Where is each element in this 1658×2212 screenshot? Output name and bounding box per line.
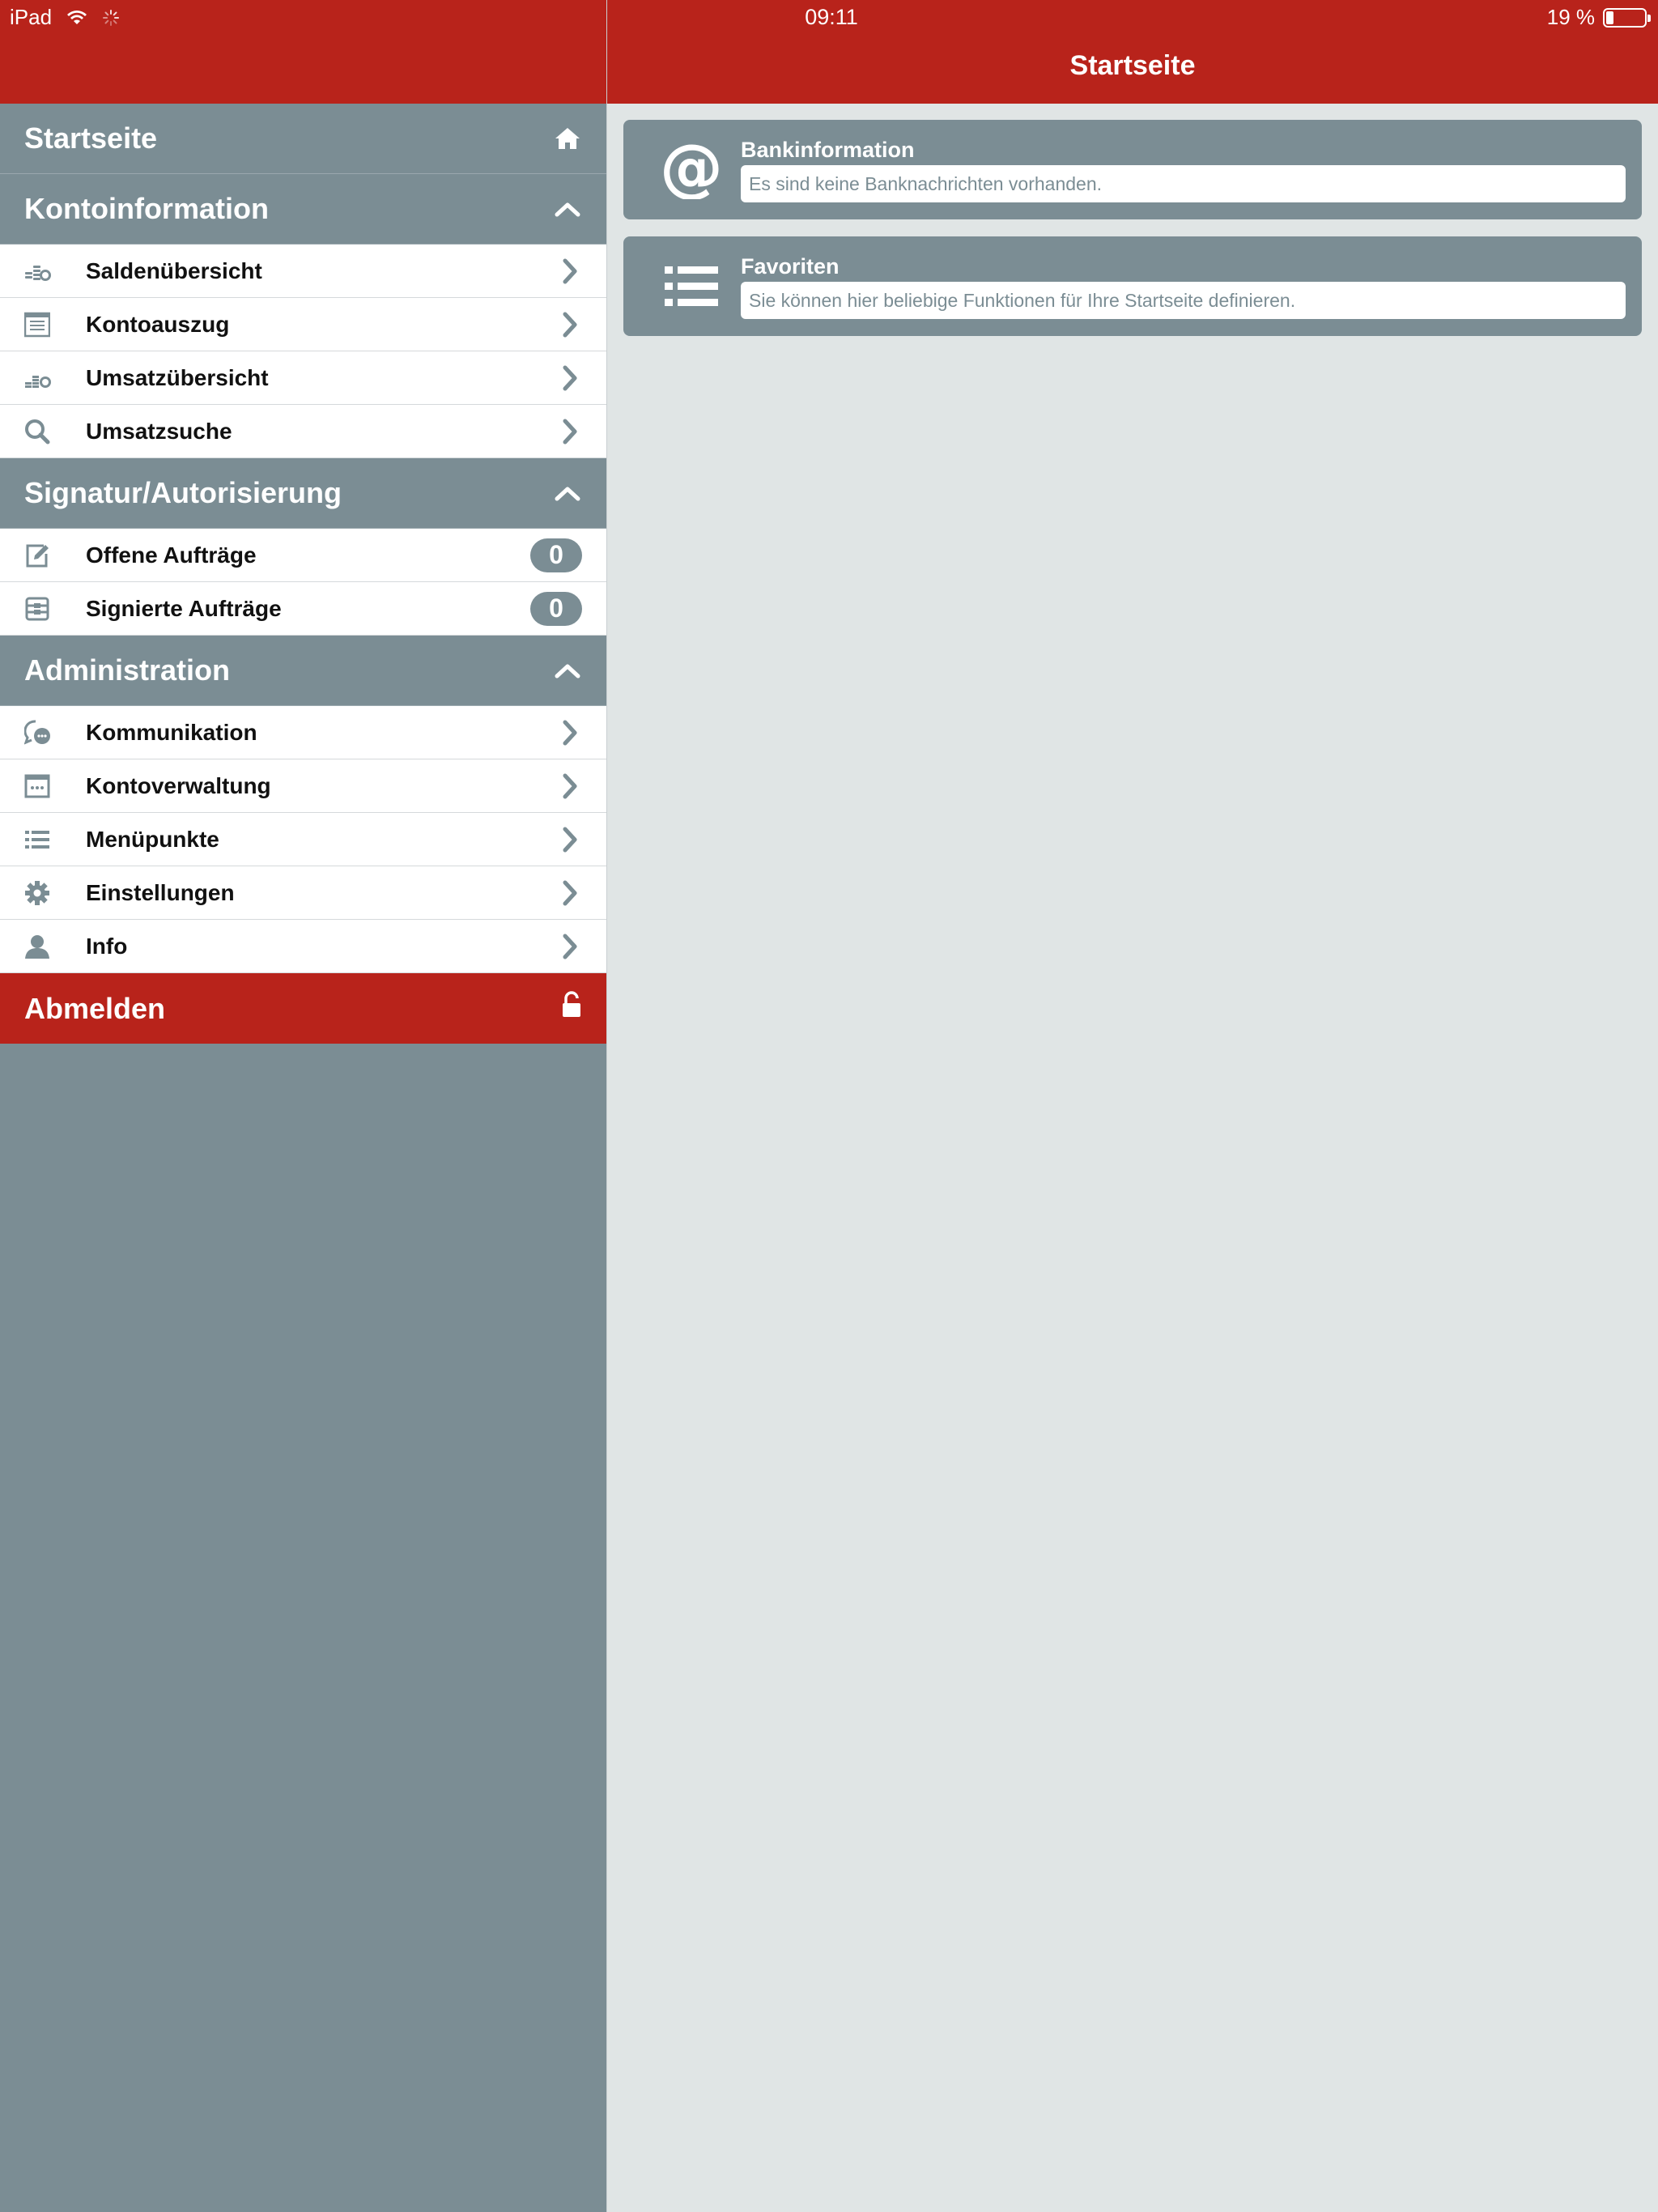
sidebar-item-umsatzsuche[interactable]: Umsatzsuche (0, 405, 606, 458)
chevron-right-icon (558, 718, 582, 747)
top-bar: iPad 09:11 19 % Startseite (0, 0, 1658, 104)
item-label: Info (86, 933, 128, 959)
chevron-right-icon (558, 417, 582, 446)
sidebar-item-signierte-auftraege[interactable]: Signierte Aufträge 0 (0, 582, 606, 636)
card-message: Es sind keine Banknachrichten vorhanden. (741, 165, 1626, 202)
card-message: Sie können hier beliebige Funktionen für… (741, 282, 1626, 319)
card-favoriten[interactable]: Favoriten Sie können hier beliebige Funk… (623, 236, 1642, 336)
card-bankinformation[interactable]: @ Bankinformation Es sind keine Banknach… (623, 120, 1642, 219)
list-icon (24, 828, 86, 851)
chevron-right-icon (558, 364, 582, 393)
sidebar-item-saldenuebersicht[interactable]: Saldenübersicht (0, 245, 606, 298)
sidebar-item-menuepunkte[interactable]: Menüpunkte (0, 813, 606, 866)
item-label: Menüpunkte (86, 826, 219, 852)
count-badge: 0 (530, 538, 582, 572)
card-title: Bankinformation (741, 138, 915, 162)
section-title: Signatur/Autorisierung (24, 476, 342, 509)
chevron-right-icon (558, 932, 582, 961)
item-label: Umsatzübersicht (86, 364, 269, 390)
item-label: Saldenübersicht (86, 257, 262, 283)
list-icon (640, 236, 743, 336)
inbox-icon (24, 596, 86, 622)
home-icon (551, 122, 584, 155)
item-label: Kontoauszug (86, 311, 230, 337)
sidebar-item-kontoverwaltung[interactable]: Kontoverwaltung (0, 759, 606, 813)
page-title: Startseite (1069, 50, 1196, 81)
at-icon: @ (640, 120, 743, 219)
sidebar-item-kontoauszug[interactable]: Kontoauszug (0, 298, 606, 351)
sidebar-item-offene-auftraege[interactable]: Offene Aufträge 0 (0, 529, 606, 582)
item-label: Offene Aufträge (86, 542, 257, 568)
logout-label: Abmelden (24, 991, 166, 1025)
item-label: Kontoverwaltung (86, 772, 271, 798)
gear-icon (24, 880, 86, 906)
sidebar-item-kommunikation[interactable]: Kommunikation (0, 706, 606, 759)
person-icon (24, 934, 86, 959)
transactions-icon (24, 368, 86, 389)
sidebar-item-umsatzuebersicht[interactable]: Umsatzübersicht (0, 351, 606, 405)
svg-text:@: @ (662, 141, 721, 199)
chevron-right-icon (558, 310, 582, 339)
battery-icon (1603, 7, 1651, 28)
chevron-up-icon (551, 477, 584, 509)
search-icon (24, 419, 86, 445)
item-label: Kommunikation (86, 719, 257, 745)
edit-icon (24, 542, 86, 568)
battery-percent: 19 % (1546, 5, 1595, 29)
coins-icon (24, 261, 86, 282)
section-header-kontoinformation[interactable]: Kontoinformation (0, 174, 606, 245)
sidebar-item-home[interactable]: Startseite (0, 104, 606, 174)
sidebar-item-einstellungen[interactable]: Einstellungen (0, 866, 606, 920)
chat-icon (24, 719, 86, 746)
chevron-right-icon (558, 772, 582, 801)
logout-button[interactable]: Abmelden (0, 973, 606, 1044)
item-label: Einstellungen (86, 879, 235, 905)
item-label: Umsatzsuche (86, 418, 232, 444)
item-label: Signierte Aufträge (86, 595, 282, 621)
pane-divider (606, 0, 607, 2212)
chevron-right-icon (558, 825, 582, 854)
account-window-icon (24, 774, 86, 798)
statement-icon (24, 312, 86, 338)
sidebar-home-label: Startseite (24, 121, 158, 155)
section-title: Administration (24, 653, 231, 687)
status-bar: iPad 09:11 19 % (0, 0, 1658, 34)
status-time: 09:11 (805, 5, 858, 29)
sidebar-item-info[interactable]: Info (0, 920, 606, 973)
sidebar: Startseite Kontoinformation Saldenübersi… (0, 104, 606, 2212)
card-title: Favoriten (741, 254, 840, 279)
lock-icon (561, 991, 582, 1026)
chevron-up-icon (551, 654, 584, 687)
section-header-administration[interactable]: Administration (0, 636, 606, 706)
chevron-up-icon (551, 193, 584, 225)
count-badge: 0 (530, 591, 582, 626)
chevron-right-icon (558, 878, 582, 908)
section-header-signatur[interactable]: Signatur/Autorisierung (0, 458, 606, 529)
section-title: Kontoinformation (24, 192, 269, 225)
chevron-right-icon (558, 257, 582, 286)
